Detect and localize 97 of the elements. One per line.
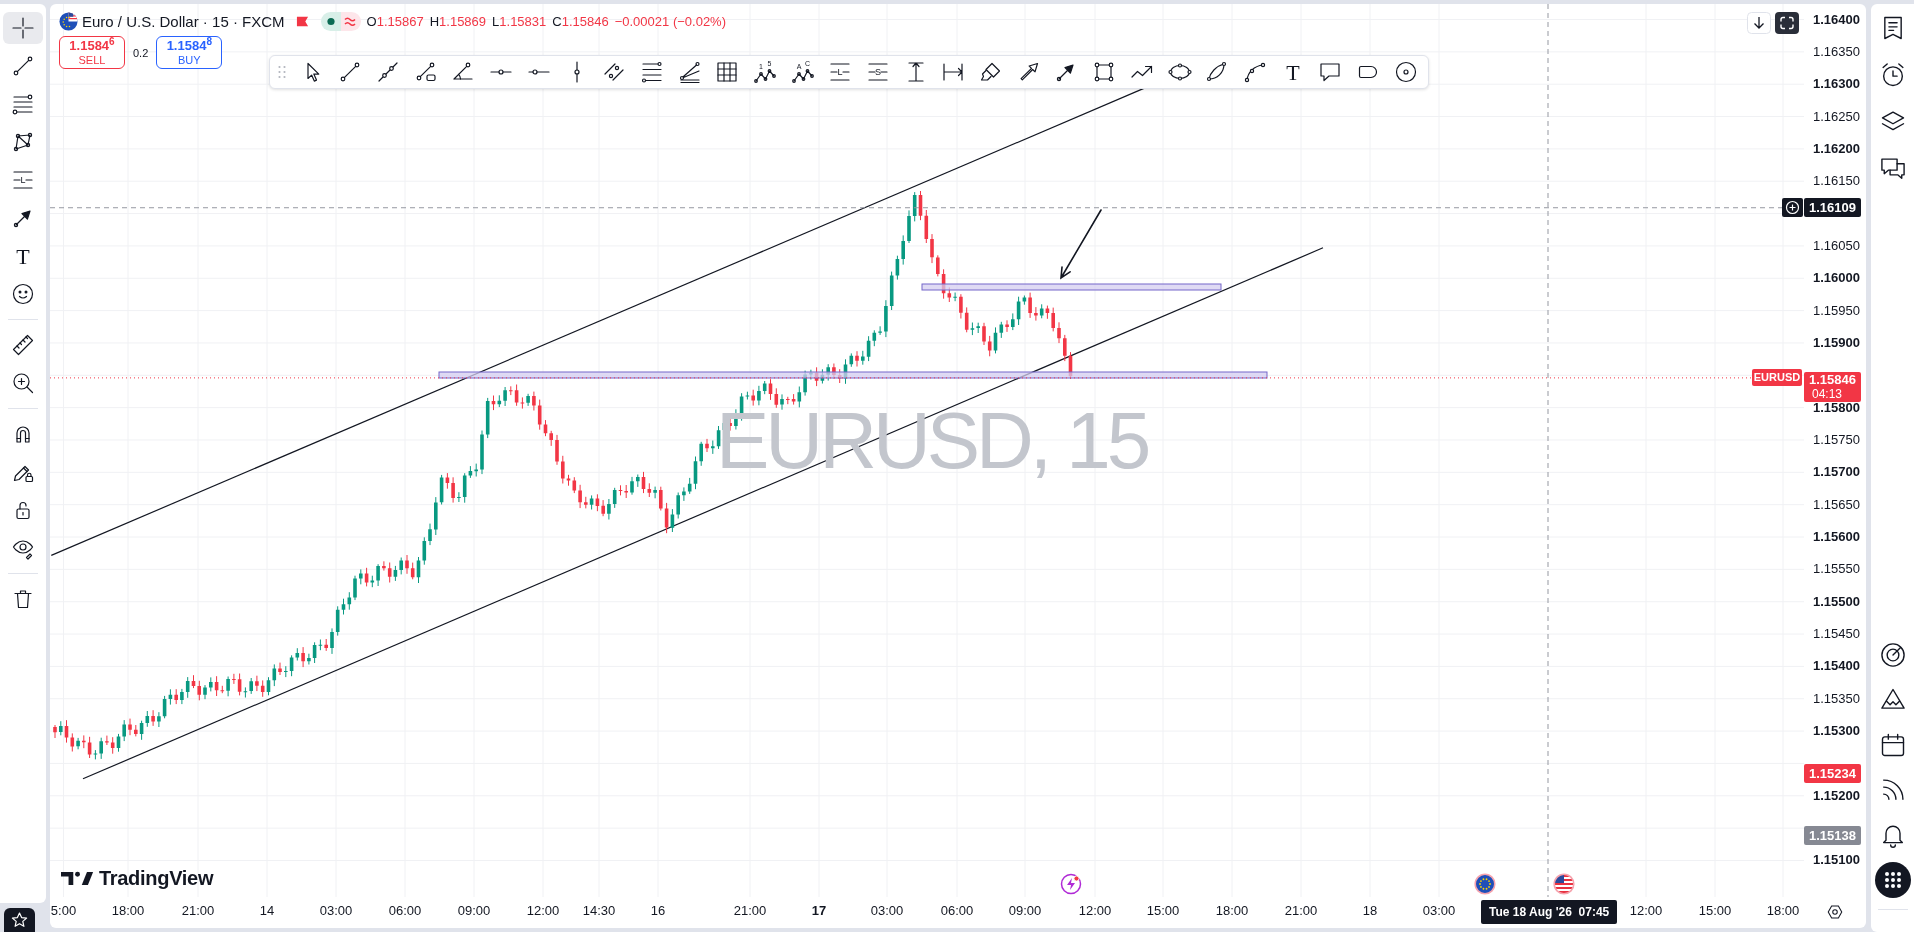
curve-icon[interactable] <box>1242 60 1267 84</box>
time-label: 17 <box>811 903 827 919</box>
text-tool-button[interactable]: T <box>3 240 43 272</box>
logo-text[interactable]: TradingView <box>99 867 214 890</box>
price-level-label: 1.15234 <box>1804 764 1861 784</box>
price-label: 1.15450 <box>1813 626 1860 643</box>
time-label: 06:00 <box>940 903 974 919</box>
spread-value: 0.2 <box>133 46 149 59</box>
price-label: 1.15950 <box>1813 302 1860 319</box>
buy-button[interactable]: 1.1584$^{8}$ BUY <box>156 36 223 69</box>
time-label: 18:00 <box>1766 903 1800 919</box>
wavy-lines-icon <box>340 12 361 31</box>
horizontal-lines-icon <box>11 92 35 116</box>
plus-icon[interactable] <box>1782 198 1803 218</box>
price-label: 1.15500 <box>1813 593 1860 610</box>
price-level-label: 1.15138 <box>1804 826 1861 846</box>
trash-icon <box>11 587 35 611</box>
zoom-in-icon <box>11 371 35 395</box>
line-segment-icon <box>11 54 35 78</box>
time-label: 18:00 <box>111 903 145 919</box>
price-label: 1.15650 <box>1813 496 1860 513</box>
arrow-down-icon[interactable] <box>1747 12 1771 34</box>
price-label: 1.15300 <box>1813 723 1860 740</box>
text-icon: T <box>11 244 35 268</box>
time-label: 12:00 <box>1078 903 1112 919</box>
time-label: 18:00 <box>1215 903 1249 919</box>
time-label: 03:00 <box>870 903 904 919</box>
price-label: 1.15200 <box>1813 787 1860 804</box>
circle-icon[interactable] <box>1393 60 1418 84</box>
last-price: 1.15846 <box>1809 371 1857 387</box>
arrow-annotation <box>1060 209 1102 280</box>
price-label: 1.15750 <box>1813 432 1860 448</box>
ohlc-value: O1.15867 <box>366 14 424 29</box>
price-label: 1.15900 <box>1813 334 1860 351</box>
logo-icon <box>61 869 95 888</box>
price-label: 1.15400 <box>1813 658 1860 675</box>
ohlc-value: C1.15846 <box>552 14 609 29</box>
time-label: 5:00 <box>50 903 77 919</box>
fan-lines-icon[interactable] <box>677 60 702 84</box>
price-label: 1.15550 <box>1813 561 1860 578</box>
time-label: 06:00 <box>388 903 422 919</box>
countdown-timer: 04:13 <box>1811 386 1844 402</box>
time-label: 21:00 <box>1284 903 1318 919</box>
ruler-icon <box>11 333 35 357</box>
time-label: 18 <box>1362 903 1378 919</box>
flag-icon[interactable] <box>295 15 309 28</box>
time-label: 09:00 <box>457 903 491 919</box>
text-icon[interactable]: T <box>1280 60 1305 84</box>
smiley-icon <box>11 282 35 306</box>
zigzag-pattern-icon <box>11 130 35 154</box>
price-label: 1.15800 <box>1813 399 1860 416</box>
price-label: 1.15350 <box>1813 690 1860 707</box>
apps-grid-icon[interactable] <box>1874 862 1911 898</box>
speech-bubble-icon[interactable] <box>1318 60 1343 84</box>
price-label: 1.16150 <box>1813 173 1860 190</box>
price-label: 1.16400 <box>1813 11 1860 28</box>
price-label: 1.15100 <box>1813 852 1860 869</box>
time-label: 21:00 <box>181 903 215 919</box>
price-change: −0.00021 (−0.02%) <box>614 14 726 29</box>
crosshair-time-label: Tue 18 Aug '26 07:45 <box>1481 900 1618 924</box>
crosshair-tool-button[interactable] <box>3 12 43 44</box>
time-label: 03:00 <box>1422 903 1456 919</box>
time-label: 09:00 <box>1008 903 1042 919</box>
currency-flag-icon <box>59 12 78 31</box>
price-label: 1.16000 <box>1813 270 1860 287</box>
us-flag-icon[interactable] <box>1553 873 1575 895</box>
ohlc-value: H1.15869 <box>429 14 487 29</box>
stacked-lines-icon[interactable] <box>639 60 664 84</box>
lightning-icon[interactable] <box>1060 873 1082 895</box>
time-label: 14 <box>259 903 275 919</box>
position-lines-tool-button[interactable]: L <box>3 164 43 196</box>
crosshair-icon <box>11 16 35 40</box>
grid-icon[interactable] <box>715 60 740 84</box>
price-label: 1.16300 <box>1813 76 1860 93</box>
target-icon[interactable] <box>1878 641 1907 669</box>
price-label: 1.15600 <box>1813 529 1860 545</box>
time-label: 15:00 <box>1146 903 1180 919</box>
price-label: 1.16050 <box>1813 237 1860 254</box>
price-label: 1.15700 <box>1813 464 1860 481</box>
time-label: 12:00 <box>526 903 560 919</box>
frame-icon[interactable] <box>1775 12 1799 34</box>
hexagon-settings-icon[interactable] <box>1826 903 1844 921</box>
crosshair-price-label: 1.16109 <box>1804 198 1861 218</box>
time-label: 14:30 <box>582 903 616 919</box>
time-label: 21:00 <box>733 903 767 919</box>
sell-button[interactable]: 1.1584$^{6}$ SELL <box>59 36 125 69</box>
price-label: 1.16250 <box>1813 108 1860 125</box>
eu-flag-icon[interactable] <box>1474 873 1496 895</box>
symbol-title[interactable]: Euro / U.S. Dollar · 15 · FXCM <box>82 13 285 30</box>
ohlc-value: L1.15831 <box>492 14 547 29</box>
time-label: 03:00 <box>319 903 353 919</box>
time-label: 16 <box>650 903 666 919</box>
time-label: 15:00 <box>1698 903 1732 919</box>
price-label: 1.16200 <box>1813 140 1860 157</box>
time-label: 12:00 <box>1629 903 1663 919</box>
symbol-label: EURUSD <box>1752 369 1802 387</box>
price-label: 1.16350 <box>1813 43 1860 60</box>
